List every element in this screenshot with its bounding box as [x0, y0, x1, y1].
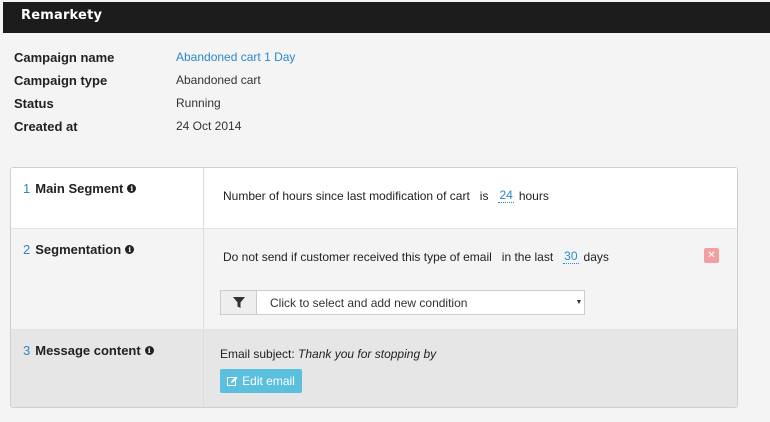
step-title: 3 Message content i: [23, 343, 154, 358]
step-message-content: 3 Message content i Email subject: Thank…: [11, 329, 737, 407]
info-icon[interactable]: i: [127, 184, 137, 193]
condition-operator: in the last: [501, 249, 554, 264]
info-icon[interactable]: i: [125, 245, 135, 254]
condition-text: Number of hours since last modification …: [223, 188, 470, 203]
step-label: Message content: [35, 343, 141, 358]
step-body: Email subject: Thank you for stopping by…: [205, 330, 737, 407]
email-condition: Do not send if customer received this ty…: [223, 249, 609, 264]
campaign-name-value[interactable]: Abandoned cart 1 Day: [176, 50, 295, 64]
hours-value[interactable]: 24: [498, 188, 514, 203]
step-number: 1: [23, 181, 31, 196]
days-value[interactable]: 30: [563, 249, 579, 264]
step-title: 1 Main Segment i: [23, 181, 137, 196]
select-placeholder: Click to select and add new condition: [270, 295, 468, 310]
status-value: Running: [176, 96, 221, 110]
condition-text: Do not send if customer received this ty…: [223, 249, 492, 264]
created-at-row: Created at 24 Oct 2014: [14, 116, 241, 136]
step-header: 2 Segmentation i: [11, 229, 204, 329]
created-at-value: 24 Oct 2014: [176, 119, 242, 133]
step-label: Main Segment: [35, 181, 124, 196]
status-label: Status: [14, 95, 54, 111]
step-header: 3 Message content i: [11, 330, 204, 407]
step-segmentation: 2 Segmentation i Do not send if customer…: [11, 228, 737, 329]
edit-email-label: Edit email: [242, 374, 295, 388]
step-label: Segmentation: [35, 242, 122, 257]
info-icon[interactable]: i: [144, 346, 154, 355]
step-body: Number of hours since last modification …: [205, 168, 737, 228]
edit-email-button[interactable]: Edit email: [220, 369, 302, 393]
step-number: 3: [23, 343, 31, 358]
campaign-info: Campaign name Abandoned cart 1 Day Campa…: [0, 36, 770, 152]
campaign-name-row: Campaign name Abandoned cart 1 Day: [14, 47, 295, 67]
caret-down-icon: ▼: [575, 299, 583, 306]
edit-icon: [227, 376, 238, 386]
top-navbar: Remarkety: [3, 2, 770, 33]
campaign-type-label: Campaign type: [14, 72, 108, 88]
campaign-type-row: Campaign type Abandoned cart: [14, 70, 261, 90]
condition-operator: is: [479, 188, 489, 203]
remove-condition-button[interactable]: ✕: [704, 248, 719, 263]
status-row: Status Running: [14, 93, 221, 113]
step-header: 1 Main Segment i: [11, 168, 204, 228]
email-subject: Email subject: Thank you for stopping by: [220, 347, 436, 361]
condition-unit: hours: [518, 188, 549, 203]
step-number: 2: [23, 242, 31, 257]
step-title: 2 Segmentation i: [23, 242, 135, 257]
add-condition-select[interactable]: Click to select and add new condition ▼: [220, 290, 585, 315]
close-icon: ✕: [707, 250, 716, 261]
step-body: Do not send if customer received this ty…: [205, 229, 737, 329]
email-subject-value: Thank you for stopping by: [298, 347, 437, 361]
campaign-steps-panel: 1 Main Segment i Number of hours since l…: [10, 167, 738, 408]
condition-unit: days: [583, 249, 609, 264]
created-at-label: Created at: [14, 118, 78, 134]
email-subject-label: Email subject:: [220, 347, 295, 361]
remarkety-logo[interactable]: Remarkety: [21, 8, 102, 23]
step-main-segment: 1 Main Segment i Number of hours since l…: [11, 168, 737, 228]
filter-button[interactable]: [221, 291, 257, 314]
campaign-type-value: Abandoned cart: [176, 73, 261, 87]
campaign-name-label: Campaign name: [14, 49, 115, 65]
hours-condition: Number of hours since last modification …: [223, 188, 549, 203]
filter-icon: [232, 296, 245, 308]
